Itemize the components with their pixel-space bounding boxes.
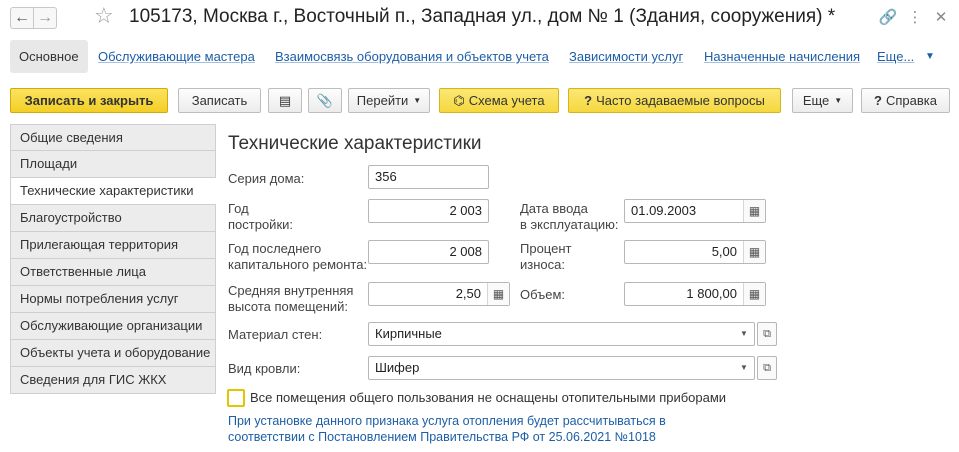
open-icon[interactable]: ⧉	[757, 356, 777, 380]
calculator-icon[interactable]: ▦	[743, 241, 765, 263]
more-label: Еще	[802, 93, 830, 108]
chevron-down-icon: ▼	[413, 96, 422, 105]
tab-amenities[interactable]: Благоустройство	[10, 205, 216, 232]
scheme-button[interactable]: ⌬ Схема учета	[439, 88, 559, 113]
nav-main[interactable]: Основное	[10, 40, 88, 73]
window-title: 105173, Москва г., Восточный п., Западна…	[129, 6, 836, 27]
save-button[interactable]: Записать	[178, 88, 261, 113]
roof-select[interactable]: Шифер ▼	[368, 356, 755, 380]
tab-metering[interactable]: Объекты учета и оборудование	[10, 340, 216, 367]
list-button[interactable]: ▤	[268, 88, 302, 113]
series-input[interactable]: 356	[368, 165, 489, 189]
form-navigation: Основное Обслуживающие мастера Взаимосвя…	[0, 40, 959, 74]
open-icon[interactable]: ⧉	[757, 322, 777, 346]
year-built-label-2: постройки:	[228, 217, 294, 232]
attach-button[interactable]: 📎	[308, 88, 342, 113]
repair-label-2: капитального ремонта:	[228, 257, 368, 272]
chevron-down-icon[interactable]: ▼	[925, 51, 935, 62]
tab-organizations[interactable]: Обслуживающие организации	[10, 313, 216, 340]
more-button[interactable]: Еще ▼	[792, 88, 853, 113]
roof-label: Вид кровли:	[228, 361, 301, 376]
scheme-icon: ⌬	[453, 93, 465, 108]
chevron-down-icon: ▼	[834, 96, 843, 105]
chevron-down-icon[interactable]: ▼	[734, 357, 754, 379]
commission-date-value: 01.09.2003	[631, 203, 697, 218]
favorite-star-icon[interactable]: ☆	[94, 4, 114, 28]
height-label-2: высота помещений:	[228, 299, 349, 314]
help-icon: ?	[874, 93, 882, 108]
calculator-icon[interactable]: ▦	[743, 283, 765, 305]
height-input[interactable]: 2,50 ▦	[368, 282, 510, 306]
nav-link-service-dependencies[interactable]: Зависимости услуг	[569, 40, 683, 73]
paperclip-icon: 📎	[316, 93, 334, 108]
back-arrow-icon[interactable]: ←	[10, 7, 34, 29]
no-heating-checkbox[interactable]	[227, 389, 245, 407]
close-icon[interactable]: ✕	[931, 8, 951, 28]
menu-dots-icon[interactable]: ⋮	[905, 8, 925, 28]
tab-responsible[interactable]: Ответственные лица	[10, 259, 216, 286]
goto-label: Перейти	[356, 93, 409, 108]
height-value: 2,50	[455, 286, 481, 301]
repair-year-input[interactable]: 2 008	[368, 240, 489, 264]
commission-label-2: в эксплуатацию:	[520, 217, 619, 232]
volume-value: 1 800,00	[686, 286, 737, 301]
help-label: Справка	[885, 93, 937, 108]
tab-areas[interactable]: Площади	[10, 151, 216, 178]
faq-label: Часто задаваемые вопросы	[596, 93, 765, 108]
tab-gis[interactable]: Сведения для ГИС ЖКХ	[10, 367, 216, 394]
goto-button[interactable]: Перейти ▼	[348, 88, 430, 113]
link-icon[interactable]: 🔗	[878, 8, 898, 28]
commission-date-input[interactable]: 01.09.2003 ▦	[624, 199, 766, 223]
tab-technical[interactable]: Технические характеристики	[10, 178, 216, 205]
forward-arrow-icon[interactable]: →	[33, 7, 57, 29]
heating-hint: При установке данного признака услуга от…	[228, 413, 666, 445]
wear-label-1: Процент	[520, 241, 572, 256]
heating-hint-line-2: соответствии с Постановлением Правительс…	[228, 430, 656, 444]
nav-link-charges[interactable]: Назначенные начисления	[704, 40, 860, 73]
nav-link-more[interactable]: Еще...	[877, 40, 914, 73]
tab-territory[interactable]: Прилегающая территория	[10, 232, 216, 259]
calculator-icon[interactable]: ▦	[487, 283, 509, 305]
scheme-label: Схема учета	[468, 93, 545, 108]
walls-select[interactable]: Кирпичные ▼	[368, 322, 755, 346]
wear-percent-input[interactable]: 5,00 ▦	[624, 240, 766, 264]
heating-hint-line-1: При установке данного признака услуга от…	[228, 414, 666, 428]
year-built-label-1: Год	[228, 201, 249, 216]
height-label-1: Средняя внутренняя	[228, 283, 354, 298]
help-button[interactable]: ? Справка	[861, 88, 950, 113]
save-label: Записать	[191, 93, 248, 108]
tab-general[interactable]: Общие сведения	[10, 124, 216, 151]
walls-value: Кирпичные	[375, 326, 442, 341]
question-icon: ?	[584, 93, 593, 108]
year-built-input[interactable]: 2 003	[368, 199, 489, 223]
series-label: Серия дома:	[228, 171, 305, 186]
nav-link-masters[interactable]: Обслуживающие мастера	[98, 40, 255, 73]
roof-value: Шифер	[375, 360, 420, 375]
volume-input[interactable]: 1 800,00 ▦	[624, 282, 766, 306]
volume-label: Объем:	[520, 287, 566, 302]
chevron-down-icon[interactable]: ▼	[734, 323, 754, 345]
calendar-icon[interactable]: ▦	[743, 200, 765, 222]
title-bar: ← → ☆ 105173, Москва г., Восточный п., З…	[0, 0, 959, 36]
walls-label: Материал стен:	[228, 327, 323, 342]
no-heating-label[interactable]: Все помещения общего пользования не осна…	[250, 390, 726, 405]
save-and-close-button[interactable]: Записать и закрыть	[10, 88, 168, 113]
wear-label-2: износа:	[520, 257, 565, 272]
tab-norms[interactable]: Нормы потребления услуг	[10, 286, 216, 313]
section-tabs: Общие сведения Площади Технические харак…	[10, 124, 216, 394]
wear-percent-value: 5,00	[711, 244, 737, 259]
section-title: Технические характеристики	[228, 133, 482, 154]
list-icon: ▤	[278, 93, 292, 108]
save-and-close-label: Записать и закрыть	[24, 93, 154, 108]
faq-button[interactable]: ? Часто задаваемые вопросы	[568, 88, 781, 113]
repair-label-1: Год последнего	[228, 241, 322, 256]
nav-link-equipment-relation[interactable]: Взаимосвязь оборудования и объектов учет…	[275, 40, 549, 73]
commission-label-1: Дата ввода	[520, 201, 588, 216]
